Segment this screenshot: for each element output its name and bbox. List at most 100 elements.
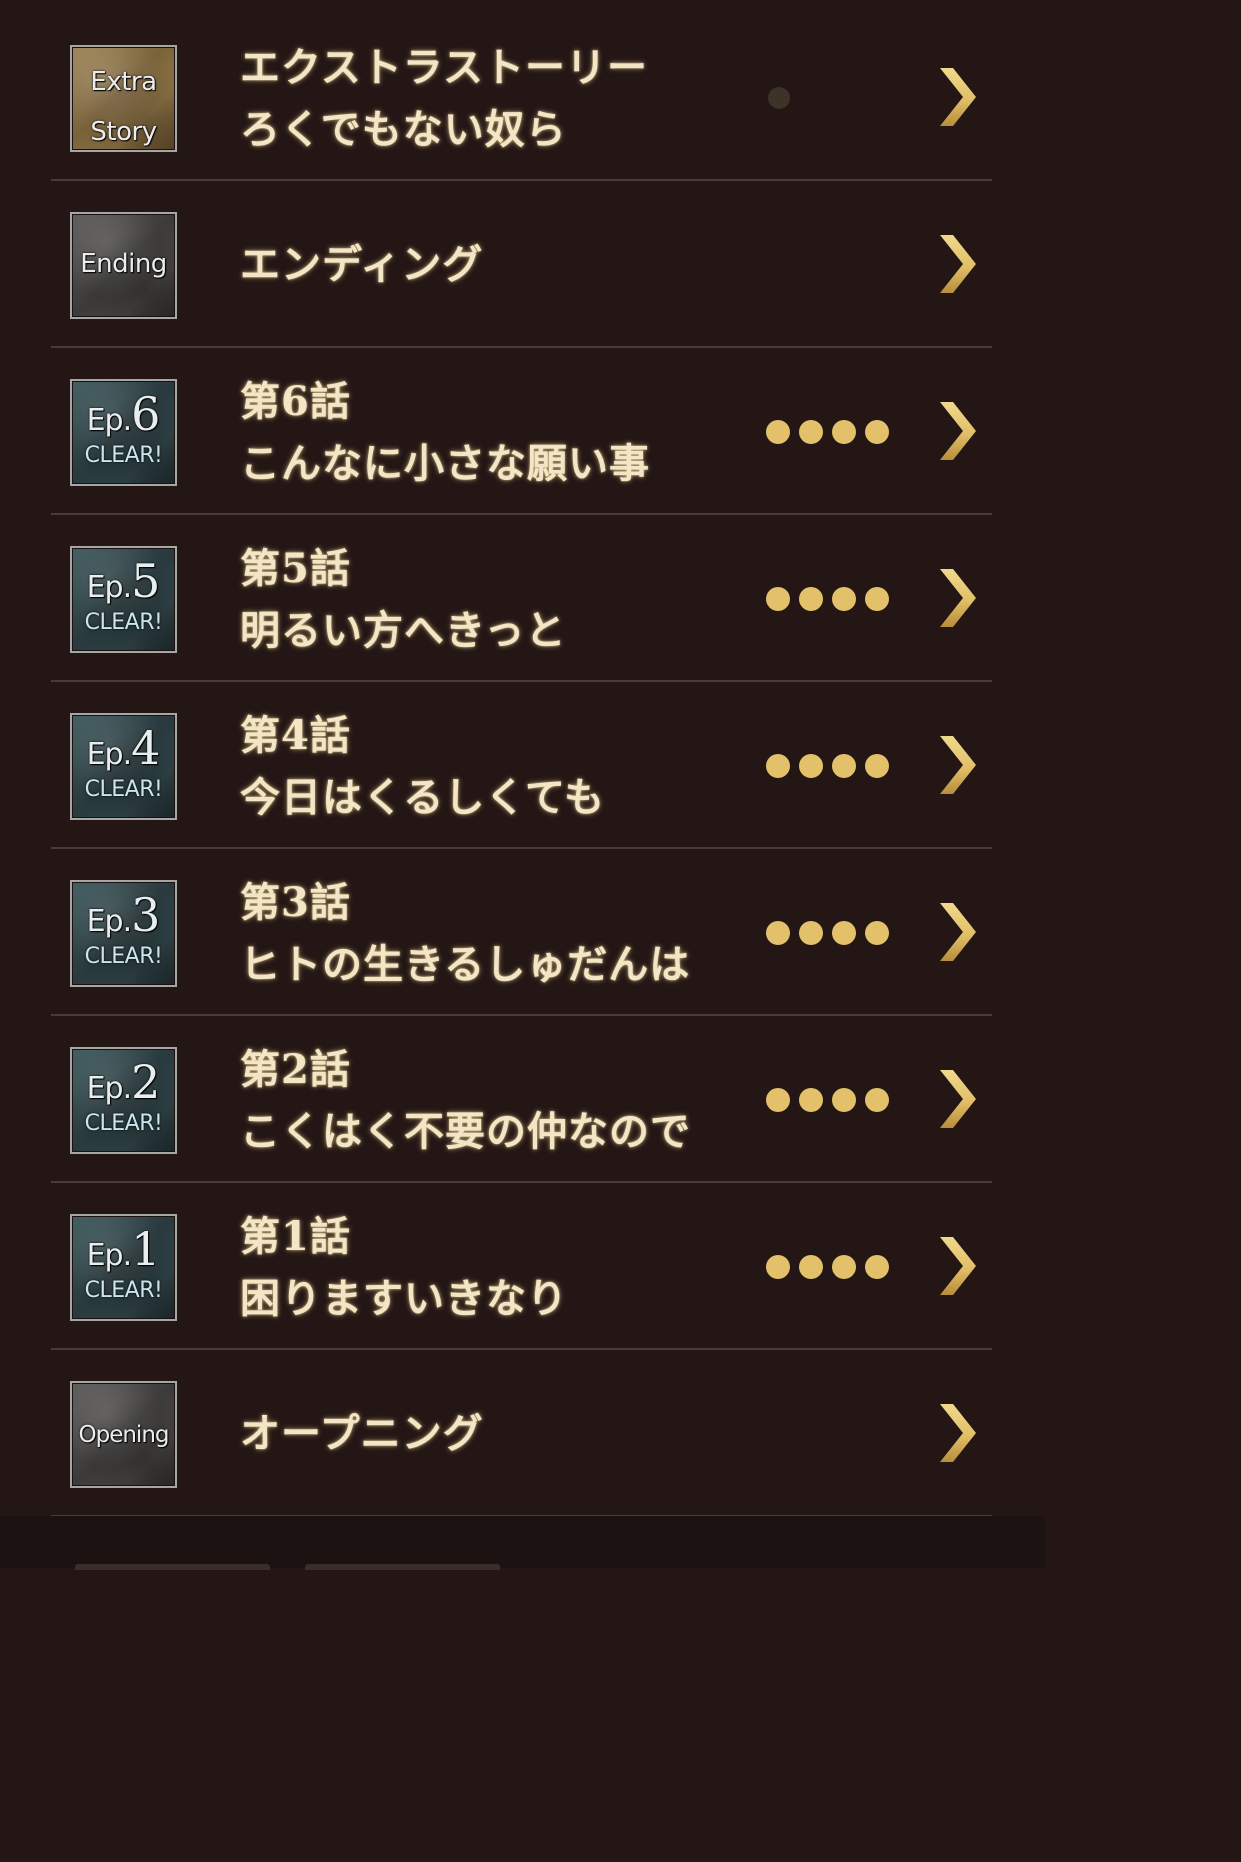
episode-number-label: Ep.2 xyxy=(72,1059,175,1107)
chevron-right-icon[interactable] xyxy=(934,567,980,629)
chevron-right-icon[interactable] xyxy=(934,400,980,462)
progress-dot-filled xyxy=(832,587,856,611)
clear-status-label: CLEAR! xyxy=(84,1111,163,1136)
episode-title-line1: エンディング xyxy=(240,241,484,288)
episode-list: Extra Story エクストラストーリー ろくでもない奴ら Ending エンディング… xyxy=(0,14,1045,1517)
episode-prefix: Ep. xyxy=(86,904,133,939)
episode-title-line2: 今日はくるしくても xyxy=(240,774,605,821)
progress-dot-filled xyxy=(799,420,823,444)
episode-row[interactable]: Ep.6 CLEAR! 第6話こんなに小さな願い事 xyxy=(0,348,1045,515)
episode-title: エンディング xyxy=(240,234,483,296)
bottom-tab-middle[interactable] xyxy=(305,1564,500,1570)
progress-dot-filled xyxy=(799,1255,823,1279)
episode-prefix: Ep. xyxy=(86,737,133,772)
episode-prefix: Ep. xyxy=(86,403,133,438)
episode-row[interactable]: Extra Story エクストラストーリー ろくでもない奴ら xyxy=(0,14,1045,181)
progress-dot-filled xyxy=(766,587,790,611)
progress-dot-empty xyxy=(768,87,790,109)
episode-title-line2: ヒトの生きるしゅだんは xyxy=(240,941,691,988)
episode-row[interactable]: Ep.5 CLEAR! 第5話 明るい方へきっと xyxy=(0,515,1045,682)
episode-badge-icon: Ep.2 CLEAR! xyxy=(70,1047,177,1154)
progress-dot-filled xyxy=(865,1088,889,1112)
episode-prefix: Ep. xyxy=(86,1238,133,1273)
clear-status-label: CLEAR! xyxy=(84,1278,163,1303)
episode-row[interactable]: Ep.3 CLEAR! 第3話 ヒトの生きるしゅだんは xyxy=(0,849,1045,1016)
bottom-tab-left[interactable] xyxy=(75,1564,270,1570)
progress-dot-filled xyxy=(766,420,790,444)
episode-number: 3 xyxy=(131,888,161,942)
episode-title: 第3話ヒトの生きるしゅだんは xyxy=(240,872,690,996)
episode-number: 6 xyxy=(131,387,161,441)
clear-status-label: CLEAR! xyxy=(84,777,163,802)
episode-badge-icon: Ep.4 CLEAR! xyxy=(70,713,177,820)
chevron-right-icon[interactable] xyxy=(934,1235,980,1297)
chevron-right-icon[interactable] xyxy=(934,734,980,796)
progress-dot-filled xyxy=(865,420,889,444)
chevron-right-icon[interactable] xyxy=(934,1068,980,1130)
badge-label-line1: Opening xyxy=(78,1422,170,1448)
episode-badge-icon: Ending xyxy=(70,212,177,319)
episode-title-line2: 困りますいきなり xyxy=(240,1275,568,1322)
episode-number-label: Ep.6 xyxy=(72,391,175,439)
episode-title-line1: 第3話 xyxy=(240,879,351,926)
progress-dot-filled xyxy=(832,1255,856,1279)
progress-dot-filled xyxy=(799,1088,823,1112)
episode-number-label: Ep.1 xyxy=(72,1226,175,1274)
progress-dots xyxy=(766,587,889,611)
progress-dot-filled xyxy=(766,1255,790,1279)
progress-dot-filled xyxy=(766,754,790,778)
episode-number: 4 xyxy=(131,721,161,775)
progress-dot-filled xyxy=(865,754,889,778)
badge-label-line1: Ending xyxy=(80,249,167,279)
progress-dot-filled xyxy=(832,921,856,945)
episode-row[interactable]: Opening オープニング xyxy=(0,1350,1045,1517)
episode-title-line1: オープニング xyxy=(240,1410,484,1457)
episode-prefix: Ep. xyxy=(86,570,133,605)
episode-title: 第2話こくはく不要の仲なので xyxy=(240,1039,691,1163)
episode-badge-icon: Ep.5 CLEAR! xyxy=(70,546,177,653)
clear-status-label: CLEAR! xyxy=(84,944,163,969)
episode-badge-icon: Extra Story xyxy=(70,45,177,152)
episode-badge-icon: Ep.1 CLEAR! xyxy=(70,1214,177,1321)
episode-badge-icon: Opening xyxy=(70,1381,177,1488)
progress-dots xyxy=(766,420,889,444)
progress-dot-filled xyxy=(766,921,790,945)
episode-title: 第1話 困りますいきなり xyxy=(240,1206,568,1330)
episode-row[interactable]: Ep.1 CLEAR! 第1話 困りますいきなり xyxy=(0,1183,1045,1350)
clear-status-label: CLEAR! xyxy=(84,610,163,635)
progress-dot-filled xyxy=(766,1088,790,1112)
progress-dot-filled xyxy=(865,1255,889,1279)
episode-title-line2: 明るい方へきっと xyxy=(240,607,567,654)
episode-row[interactable]: Ep.4 CLEAR! 第4話 今日はくるしくても xyxy=(0,682,1045,849)
progress-dot-filled xyxy=(865,587,889,611)
episode-title: エクストラストーリー ろくでもない奴ら xyxy=(240,37,648,161)
episode-row[interactable]: Ep.2 CLEAR! 第2話こくはく不要の仲なので xyxy=(0,1016,1045,1183)
progress-dot-filled xyxy=(799,921,823,945)
chevron-right-icon[interactable] xyxy=(934,233,980,295)
episode-row[interactable]: Ending エンディング xyxy=(0,181,1045,348)
episode-number: 5 xyxy=(131,554,161,608)
chevron-right-icon[interactable] xyxy=(934,1402,980,1464)
episode-title: 第5話 明るい方へきっと xyxy=(240,538,566,662)
progress-dot-filled xyxy=(832,420,856,444)
episode-number: 1 xyxy=(131,1222,161,1276)
episode-badge-icon: Ep.3 CLEAR! xyxy=(70,880,177,987)
progress-dots xyxy=(766,921,889,945)
episode-title-line1: 第2話 xyxy=(240,1046,351,1093)
progress-dots xyxy=(766,86,790,110)
progress-dot-filled xyxy=(832,1088,856,1112)
episode-title-line1: 第4話 xyxy=(240,712,351,759)
chevron-right-icon[interactable] xyxy=(934,66,980,128)
chevron-right-icon[interactable] xyxy=(934,901,980,963)
episode-number-label: Ep.4 xyxy=(72,725,175,773)
progress-dots xyxy=(766,1255,889,1279)
episode-title-line2: こんなに小さな願い事 xyxy=(240,440,650,487)
progress-dot-filled xyxy=(799,754,823,778)
episode-title-line1: 第6話 xyxy=(240,378,351,425)
episode-title-line2: こくはく不要の仲なので xyxy=(240,1108,691,1155)
episode-number-label: Ep.3 xyxy=(72,892,175,940)
episode-title: 第6話こんなに小さな願い事 xyxy=(240,371,650,495)
bottom-tab-bar xyxy=(0,1516,1045,1570)
episode-prefix: Ep. xyxy=(86,1071,133,1106)
episode-badge-icon: Ep.6 CLEAR! xyxy=(70,379,177,486)
